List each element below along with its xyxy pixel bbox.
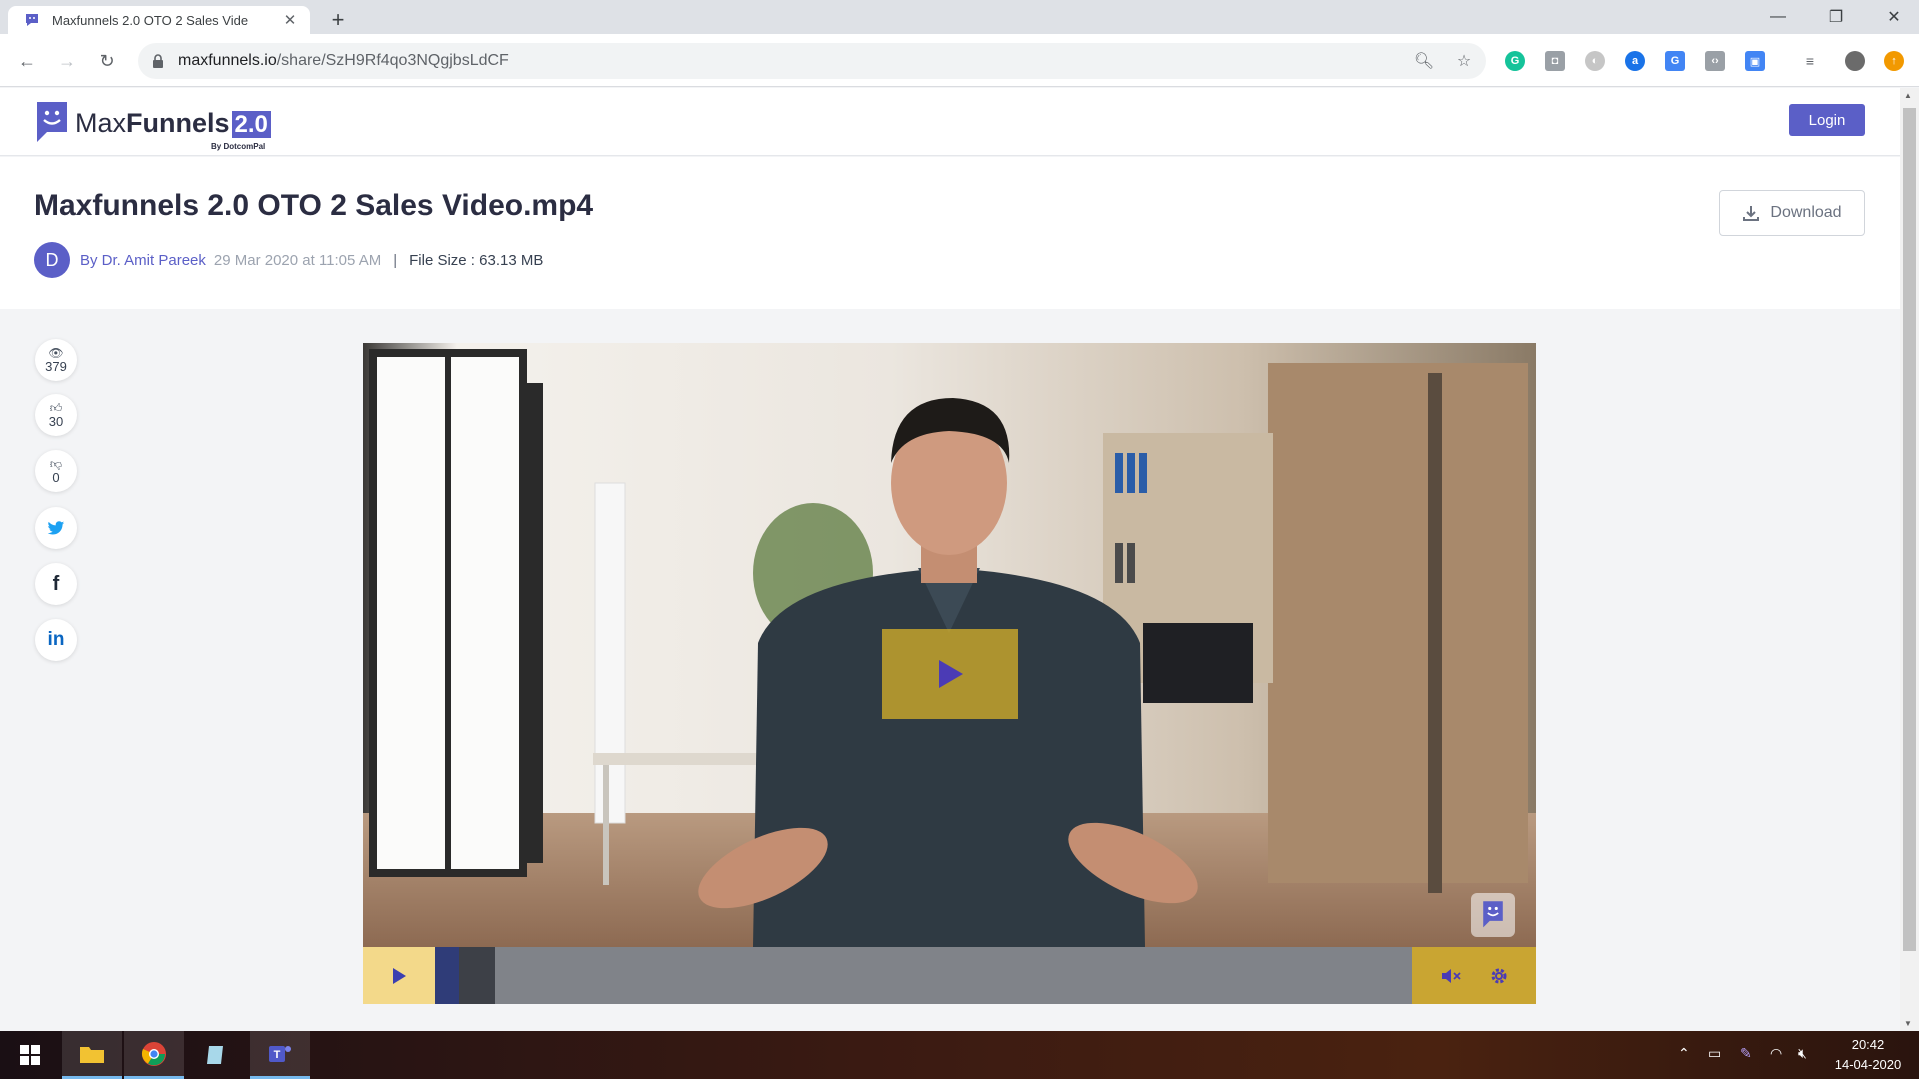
dislikes-count: 0: [52, 469, 60, 485]
forward-button[interactable]: →: [53, 47, 81, 75]
logo-byline: By DotcomPal: [211, 142, 266, 151]
play-button[interactable]: [363, 947, 435, 1004]
file-size: File Size : 63.13 MB: [409, 251, 544, 269]
pen-icon[interactable]: ✎: [1740, 1045, 1752, 1062]
start-button[interactable]: [0, 1031, 60, 1079]
chat-widget-button[interactable]: [1471, 893, 1515, 937]
clock-date: 14-04-2020: [1834, 1057, 1902, 1072]
views-count: 379: [45, 358, 67, 374]
app-taskbar-button[interactable]: [186, 1031, 246, 1079]
minimize-button[interactable]: —: [1749, 0, 1807, 34]
thumbs-down-icon: 👎︎: [49, 456, 63, 471]
page-title: Maxfunnels 2.0 OTO 2 Sales Video.mp4: [34, 189, 594, 222]
dislike-button[interactable]: 👎︎ 0: [35, 450, 77, 492]
code-extension-icon[interactable]: ‹›: [1705, 51, 1725, 71]
chrome-taskbar-button[interactable]: [124, 1031, 184, 1079]
video-meta: D By Dr. Amit Pareek 29 Mar 2020 at 11:0…: [34, 242, 543, 278]
video-player[interactable]: [363, 343, 1536, 1004]
chrome-icon: [141, 1041, 166, 1066]
taskbar-clock[interactable]: 20:42 14-04-2020: [1820, 1035, 1916, 1075]
download-icon: [1743, 206, 1760, 221]
file-explorer-taskbar-button[interactable]: [62, 1031, 122, 1079]
tab-title: Maxfunnels 2.0 OTO 2 Sales Vide: [52, 12, 249, 28]
battery-icon[interactable]: ▭: [1708, 1045, 1721, 1062]
clock-time: 20:42: [1851, 1037, 1885, 1052]
app-icon: [207, 1046, 223, 1064]
scroll-up-icon[interactable]: ▲: [1904, 91, 1912, 100]
update-icon[interactable]: ↑: [1884, 51, 1904, 71]
author-link[interactable]: By Dr. Amit Pareek: [80, 252, 206, 269]
tab-close-icon[interactable]: ✕: [280, 10, 300, 30]
show-hidden-icons-icon[interactable]: ⌃: [1678, 1045, 1690, 1062]
lock-icon: [153, 54, 163, 68]
teams-icon: T: [269, 1045, 291, 1062]
teams-taskbar-button[interactable]: T: [250, 1031, 310, 1079]
translate-extension-icon[interactable]: G: [1665, 51, 1685, 71]
scroll-down-icon[interactable]: ▼: [1904, 1019, 1912, 1028]
zoom-icon[interactable]: 🔍︎: [1414, 51, 1434, 71]
window-extension-icon[interactable]: ▣: [1745, 51, 1765, 71]
maxfunnels-logo[interactable]: MaxFunnels 2.0 By DotcomPal: [33, 100, 271, 151]
views-counter: 👁︎ 379: [35, 339, 77, 381]
extension-icon[interactable]: ◐: [1585, 51, 1605, 71]
linkedin-icon: in: [47, 629, 65, 650]
likes-count: 30: [48, 413, 64, 429]
back-button[interactable]: ←: [13, 47, 41, 75]
svg-text:T: T: [274, 1049, 281, 1061]
volume-muted-icon[interactable]: 🔇︎: [1798, 1045, 1807, 1062]
profile-avatar[interactable]: [1845, 51, 1865, 71]
mute-icon[interactable]: [1440, 966, 1462, 986]
url-text: maxfunnels.io/share/SzH9Rf4qo3NQgjbsLdCF: [178, 52, 509, 69]
wifi-icon[interactable]: ◠: [1770, 1045, 1782, 1062]
download-button[interactable]: Download: [1719, 190, 1865, 236]
login-button[interactable]: Login: [1789, 104, 1865, 136]
big-play-button[interactable]: [882, 629, 1018, 719]
settings-gear-icon[interactable]: [1489, 966, 1509, 986]
media-control-icon[interactable]: ≡: [1800, 51, 1820, 71]
logo-wordmark: MaxFunnels 2.0: [75, 109, 271, 138]
page-scrollbar[interactable]: ▲ ▼: [1900, 88, 1919, 1031]
browser-tabstrip: Maxfunnels 2.0 OTO 2 Sales Vide ✕ + — ❐ …: [0, 0, 1919, 34]
play-small-icon: [393, 967, 406, 984]
play-icon: [939, 660, 963, 688]
facebook-share-button[interactable]: f: [35, 563, 77, 605]
download-label: Download: [1770, 204, 1842, 221]
upload-date: 29 Mar 2020 at 11:05 AM: [213, 251, 382, 269]
like-button[interactable]: 👍︎ 30: [35, 394, 77, 436]
linkedin-share-button[interactable]: in: [35, 619, 77, 661]
a-extension-icon[interactable]: a: [1625, 51, 1645, 71]
restore-button[interactable]: ❐: [1807, 0, 1865, 34]
progress-bar[interactable]: [435, 947, 495, 1004]
site-header: MaxFunnels 2.0 By DotcomPal Login: [0, 88, 1900, 156]
windows-logo-icon: [20, 1045, 40, 1065]
browser-toolbar: ← → ↻ maxfunnels.io/share/SzH9Rf4qo3NQgj…: [0, 34, 1919, 87]
new-tab-button[interactable]: +: [324, 7, 352, 32]
bookmark-star-icon[interactable]: ☆: [1454, 51, 1474, 71]
windows-taskbar: T ⌃ ▭ ✎ ◠ 🔇︎ 20:42 14-04-2020: [0, 1031, 1919, 1079]
twitter-share-button[interactable]: [35, 507, 77, 549]
browser-tab[interactable]: Maxfunnels 2.0 OTO 2 Sales Vide ✕: [8, 6, 310, 34]
folder-icon: [80, 1046, 104, 1063]
address-bar[interactable]: maxfunnels.io/share/SzH9Rf4qo3NQgjbsLdCF…: [138, 43, 1486, 79]
twitter-icon: [47, 520, 65, 534]
progress-fill: [435, 947, 459, 1004]
avatar: D: [34, 242, 70, 278]
player-controls: [363, 947, 1536, 1004]
eye-icon: 👁︎: [48, 345, 64, 360]
camera-extension-icon[interactable]: ◘: [1545, 51, 1565, 71]
thumbs-up-icon: 👍︎: [49, 400, 63, 415]
close-window-button[interactable]: ✕: [1865, 0, 1919, 34]
scrollbar-thumb[interactable]: [1903, 108, 1916, 951]
player-settings-area: [1412, 947, 1536, 1004]
maxfunnels-favicon-icon: [26, 14, 38, 26]
reload-button[interactable]: ↻: [93, 47, 121, 75]
facebook-icon: f: [52, 572, 60, 595]
video-title-section: Maxfunnels 2.0 OTO 2 Sales Video.mp4 D B…: [0, 157, 1900, 309]
grammarly-extension-icon[interactable]: G: [1505, 51, 1525, 71]
meta-separator: |: [393, 251, 398, 269]
chat-bubble-icon: [1483, 901, 1503, 928]
logo-chat-icon: [37, 102, 67, 142]
